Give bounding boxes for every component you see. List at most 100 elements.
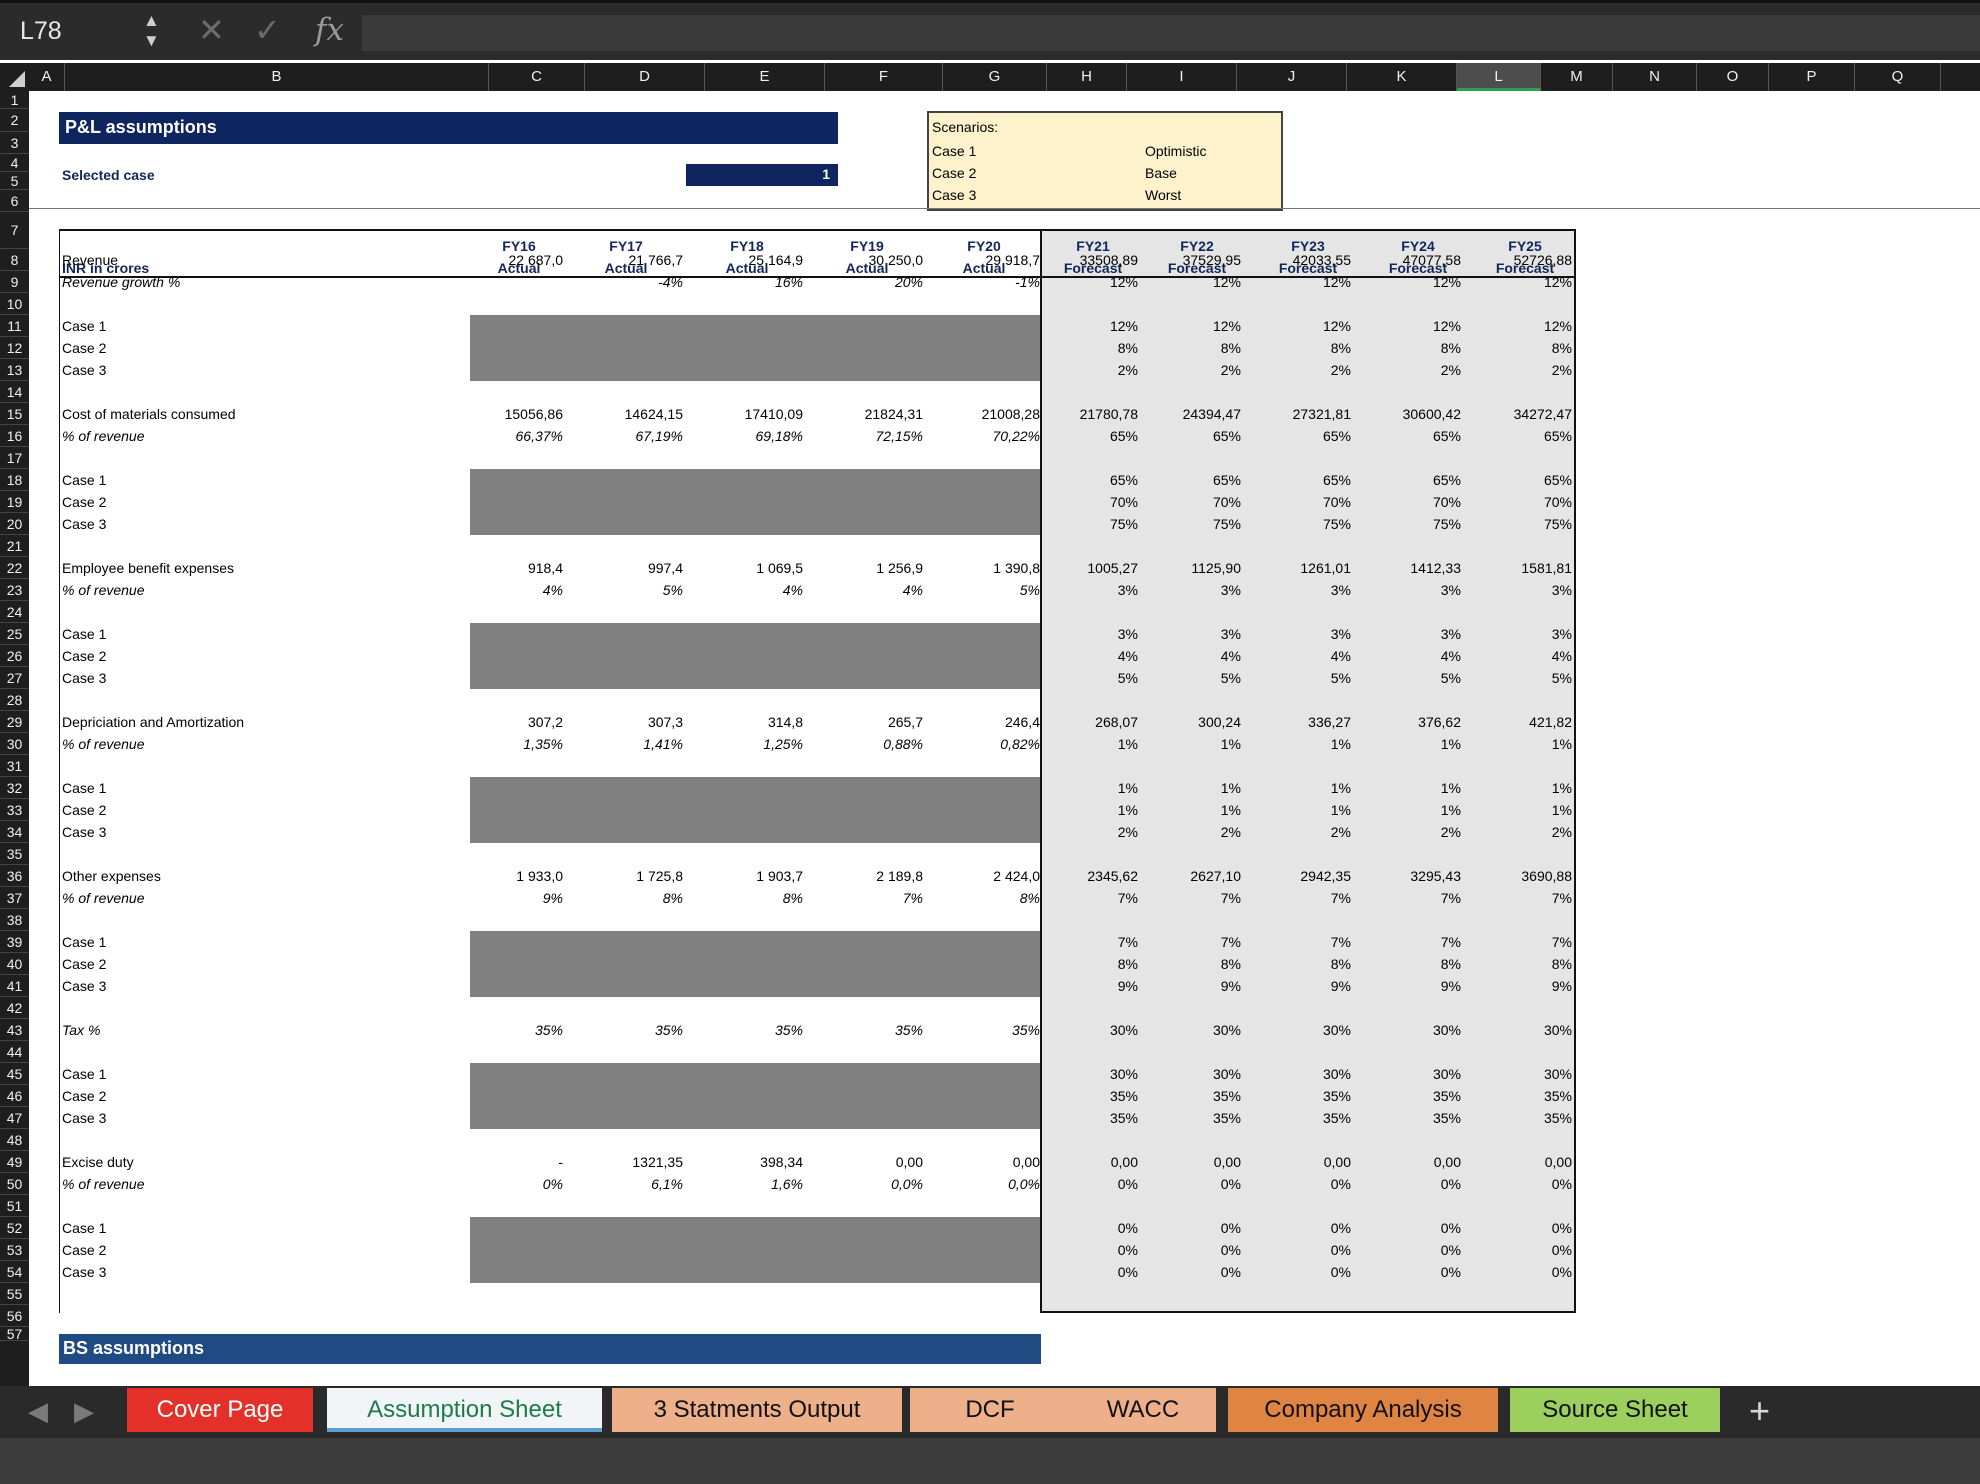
cell-value[interactable]: 1 069,5 — [683, 560, 803, 576]
column-header-c[interactable]: C — [489, 63, 585, 91]
cell-value[interactable]: 265,7 — [803, 714, 923, 730]
cell-value[interactable]: 0% — [1231, 1176, 1351, 1192]
cell-value[interactable]: 30% — [1341, 1066, 1461, 1082]
row-header-36[interactable]: 36 — [0, 865, 29, 887]
cell-value[interactable]: 0% — [1452, 1220, 1572, 1236]
cell-value[interactable]: 1% — [1231, 780, 1351, 796]
cell-value[interactable]: 65% — [1341, 472, 1461, 488]
row-header-7[interactable]: 7 — [0, 212, 29, 249]
cell-value[interactable]: 15056,86 — [443, 406, 563, 422]
row-header-55[interactable]: 55 — [0, 1283, 29, 1305]
cell-value[interactable]: 4% — [1121, 648, 1241, 664]
column-header-f[interactable]: F — [825, 63, 943, 91]
cell-value[interactable]: 4% — [443, 582, 563, 598]
row-header-50[interactable]: 50 — [0, 1173, 29, 1195]
column-header-h[interactable]: H — [1047, 63, 1127, 91]
row-header-48[interactable]: 48 — [0, 1129, 29, 1151]
cell-value[interactable]: 7% — [1452, 890, 1572, 906]
column-header-o[interactable]: O — [1697, 63, 1769, 91]
cell-value[interactable]: 1412,33 — [1341, 560, 1461, 576]
row-header-13[interactable]: 13 — [0, 359, 29, 381]
cell-value[interactable]: 8% — [1018, 956, 1138, 972]
cell-value[interactable]: 3% — [1018, 582, 1138, 598]
row-header-32[interactable]: 32 — [0, 777, 29, 799]
cell-value[interactable]: 65% — [1231, 472, 1351, 488]
row-header-57[interactable]: 57 — [0, 1327, 29, 1341]
cell-value[interactable]: 4% — [683, 582, 803, 598]
row-header-26[interactable]: 26 — [0, 645, 29, 667]
cell-value[interactable]: 1321,35 — [563, 1154, 683, 1170]
cell-value[interactable]: 21824,31 — [803, 406, 923, 422]
cell-value[interactable]: 12% — [1341, 318, 1461, 334]
cell-value[interactable]: 2345,62 — [1018, 868, 1138, 884]
cell-value[interactable]: 314,8 — [683, 714, 803, 730]
row-header-15[interactable]: 15 — [0, 403, 29, 425]
cell-value[interactable]: 4% — [803, 582, 923, 598]
cell-value[interactable]: 0% — [443, 1176, 563, 1192]
row-header-43[interactable]: 43 — [0, 1019, 29, 1041]
cell-value[interactable]: 1 933,0 — [443, 868, 563, 884]
cell-value[interactable]: 1 256,9 — [803, 560, 923, 576]
cell-value[interactable]: 0,00 — [803, 1154, 923, 1170]
cell-value[interactable]: 0% — [1121, 1220, 1241, 1236]
cell-value[interactable]: 1% — [1121, 802, 1241, 818]
cell-value[interactable]: 75% — [1231, 516, 1351, 532]
cell-value[interactable]: 35% — [443, 1022, 563, 1038]
cell-value[interactable]: 30600,42 — [1341, 406, 1461, 422]
cell-value[interactable]: 8% — [1452, 956, 1572, 972]
cell-value[interactable]: 268,07 — [1018, 714, 1138, 730]
cell-value[interactable]: 3% — [1341, 626, 1461, 642]
confirm-icon[interactable]: ✓ — [254, 11, 281, 49]
cell-value[interactable]: 42033,55 — [1231, 252, 1351, 268]
sheet-tab[interactable]: 3 Statments Output — [612, 1388, 902, 1432]
row-header-6[interactable]: 6 — [0, 190, 29, 212]
row-header-9[interactable]: 9 — [0, 271, 29, 293]
cell-value[interactable]: 12% — [1121, 318, 1241, 334]
cell-value[interactable]: 1% — [1452, 780, 1572, 796]
cell-value[interactable]: 1% — [1018, 780, 1138, 796]
sheet-tab[interactable]: Source Sheet — [1510, 1388, 1720, 1432]
cell-value[interactable]: 67,19% — [563, 428, 683, 444]
cell-value[interactable]: 3% — [1231, 582, 1351, 598]
cell-value[interactable]: 1581,81 — [1452, 560, 1572, 576]
sheet-tab[interactable]: DCF — [910, 1388, 1070, 1432]
cell-value[interactable]: 75% — [1018, 516, 1138, 532]
row-header-39[interactable]: 39 — [0, 931, 29, 953]
cell-value[interactable]: 0% — [1018, 1242, 1138, 1258]
cell-value[interactable]: 9% — [1231, 978, 1351, 994]
row-header-22[interactable]: 22 — [0, 557, 29, 579]
cell-value[interactable]: 2 189,8 — [803, 868, 923, 884]
row-header-33[interactable]: 33 — [0, 799, 29, 821]
cell-value[interactable]: 2% — [1018, 362, 1138, 378]
cell-value[interactable]: 2% — [1121, 362, 1241, 378]
cell-value[interactable]: 3% — [1452, 582, 1572, 598]
column-header-l[interactable]: L — [1457, 63, 1541, 91]
cell-value[interactable]: 30% — [1018, 1066, 1138, 1082]
row-header-8[interactable]: 8 — [0, 249, 29, 271]
row-header-47[interactable]: 47 — [0, 1107, 29, 1129]
cell-value[interactable]: 2% — [1121, 824, 1241, 840]
cell-value[interactable]: 1,6% — [683, 1176, 803, 1192]
row-header-31[interactable]: 31 — [0, 755, 29, 777]
cell-value[interactable]: 9% — [1341, 978, 1461, 994]
cell-value[interactable]: 34272,47 — [1452, 406, 1572, 422]
cell-value[interactable]: 7% — [1231, 934, 1351, 950]
row-header-44[interactable]: 44 — [0, 1041, 29, 1063]
row-header-56[interactable]: 56 — [0, 1305, 29, 1327]
cell-value[interactable]: 12% — [1018, 274, 1138, 290]
row-header-14[interactable]: 14 — [0, 381, 29, 403]
cell-value[interactable]: 336,27 — [1231, 714, 1351, 730]
cell-value[interactable]: 2% — [1452, 362, 1572, 378]
cell-value[interactable]: 33508,89 — [1018, 252, 1138, 268]
cell-value[interactable]: 0% — [1341, 1176, 1461, 1192]
cell-value[interactable]: 8% — [1018, 340, 1138, 356]
cell-value[interactable]: 421,82 — [1452, 714, 1572, 730]
cell-value[interactable]: 1261,01 — [1231, 560, 1351, 576]
row-header-38[interactable]: 38 — [0, 909, 29, 931]
cell-value[interactable]: 0,00 — [1341, 1154, 1461, 1170]
cell-value[interactable]: 30% — [1121, 1066, 1241, 1082]
cell-value[interactable]: 0% — [1231, 1242, 1351, 1258]
cell-value[interactable]: 3% — [1341, 582, 1461, 598]
row-header-17[interactable]: 17 — [0, 447, 29, 469]
cell-value[interactable]: 17410,09 — [683, 406, 803, 422]
